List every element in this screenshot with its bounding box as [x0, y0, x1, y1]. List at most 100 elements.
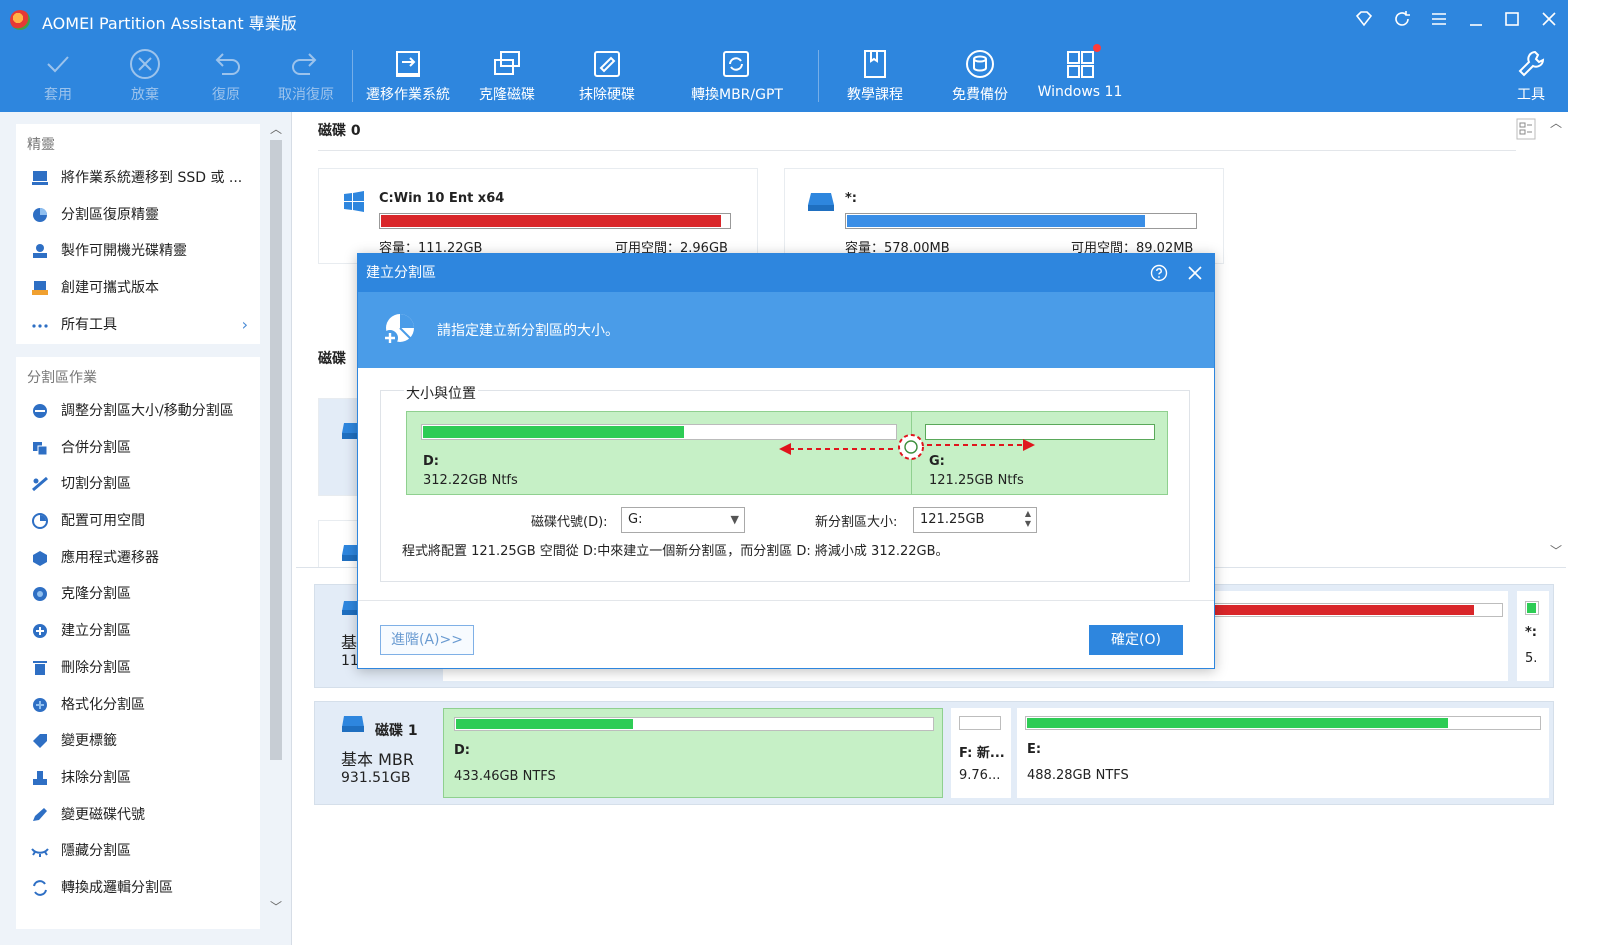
op-create-partition[interactable]: 建立分割區: [16, 613, 260, 650]
wizard-migrate-os[interactable]: 將作業系統遷移到 SSD 或 ...: [16, 160, 260, 197]
undo-label: 復原: [212, 87, 240, 103]
menu-icon[interactable]: [1427, 8, 1451, 32]
op-app-mover[interactable]: 應用程式遷移器: [16, 540, 260, 577]
windows11-label: Windows 11: [1037, 84, 1123, 100]
wizard-all-tools[interactable]: 所有工具 ›: [16, 307, 260, 344]
migrate-os-label: 遷移作業系統: [366, 87, 450, 103]
partition-card-star[interactable]: *: 容量：578.00MB 可用空間：89.02MB: [784, 168, 1224, 264]
convert-mbr-gpt-button[interactable]: 轉換MBR/GPT: [691, 44, 783, 108]
wizard-portable-version[interactable]: 創建可攜式版本: [16, 270, 260, 307]
spinner-arrows-icon[interactable]: ▲ ▼: [1025, 509, 1031, 529]
new-size-input[interactable]: 121.25GB ▲ ▼: [913, 507, 1037, 533]
undo-button[interactable]: 復原: [181, 44, 271, 108]
op-change-label[interactable]: 變更標籤: [16, 723, 260, 760]
segment-name: E:: [1027, 742, 1042, 757]
tools-button[interactable]: 工具: [1486, 44, 1576, 108]
op-resize-move[interactable]: 調整分割區大小/移動分割區: [16, 393, 260, 430]
partition-name: *:: [845, 191, 857, 206]
op-merge[interactable]: 合併分割區: [16, 430, 260, 467]
partition-card-c[interactable]: C:Win 10 Ent x64 容量：111.22GB 可用空間：2.96GB: [318, 168, 758, 264]
clone-disk-button[interactable]: 克隆磁碟: [462, 44, 552, 108]
op-wipe-partition[interactable]: 抹除分割區: [16, 760, 260, 797]
op-hide-partition[interactable]: 隱藏分割區: [16, 833, 260, 870]
wipe-disk-button[interactable]: 抹除硬碟: [562, 44, 652, 108]
left-scrollbar[interactable]: ︿ ﹀: [266, 118, 286, 918]
wizard-label: 創建可攜式版本: [61, 280, 159, 297]
op-label: 配置可用空間: [61, 513, 145, 530]
segment-info: 433.46GB NTFS: [454, 769, 556, 784]
partition-name: C:Win 10 Ent x64: [379, 191, 505, 206]
app-logo-icon: [10, 10, 30, 30]
segment-name: F: 新...: [959, 746, 1005, 761]
partition-segment-small[interactable]: *: 5.: [1517, 591, 1549, 681]
format-icon: [33, 697, 47, 712]
wizard-partition-recovery[interactable]: 分割區復原精靈: [16, 197, 260, 234]
scroll-up-icon[interactable]: ︿: [266, 120, 286, 137]
ops-title: 分割區作業: [27, 370, 97, 386]
advanced-button[interactable]: 進階(A)>>: [380, 625, 474, 655]
disk0-label: 磁碟 0: [318, 123, 361, 139]
new-size-label: 新分割區大小:: [815, 515, 898, 530]
dialog-title: 建立分割區: [366, 265, 436, 281]
partition-segment-f[interactable]: F: 新... 9.76...: [951, 708, 1011, 798]
segment-fill: [1527, 603, 1536, 613]
upgrade-diamond-icon[interactable]: [1352, 8, 1376, 32]
resize-arrows: [779, 434, 1035, 460]
close-icon[interactable]: [1537, 8, 1561, 32]
scroll-down-icon[interactable]: ﹀: [1546, 542, 1566, 559]
partition-segment-e[interactable]: E: 488.28GB NTFS: [1017, 708, 1549, 798]
scroll-down-icon[interactable]: ﹀: [266, 898, 286, 915]
op-label: 合併分割區: [61, 439, 131, 456]
pencil-icon: [33, 807, 47, 821]
free-backup-button[interactable]: 免費備份: [935, 44, 1025, 108]
migrate-os-icon: [396, 51, 420, 77]
redo-button[interactable]: 取消復原: [261, 44, 351, 108]
right-partition-info: 121.25GB Ntfs: [929, 473, 1024, 488]
refresh-icon[interactable]: [1390, 8, 1414, 32]
op-allocate-free-space[interactable]: 配置可用空間: [16, 503, 260, 540]
checkmark-icon: [47, 56, 69, 73]
apply-button[interactable]: 套用: [13, 44, 103, 108]
right-scrollbar[interactable]: ︿ ﹀: [1546, 112, 1566, 567]
segment-info: 488.28GB NTFS: [1027, 768, 1129, 783]
discard-button[interactable]: 放棄: [100, 44, 190, 108]
partition-ops-card: 分割區作業 調整分割區大小/移動分割區 合併分割區 切割分割區 配置可用空間 應…: [16, 357, 260, 929]
usage-bar: [379, 213, 731, 229]
maximize-icon[interactable]: [1500, 8, 1524, 32]
op-format-partition[interactable]: 格式化分割區: [16, 687, 260, 724]
op-label: 刪除分割區: [61, 659, 131, 676]
dialog-close-icon[interactable]: [1186, 264, 1204, 282]
segment-info: 9.76...: [959, 768, 1001, 783]
minimize-icon[interactable]: [1464, 8, 1488, 32]
scroll-thumb[interactable]: [270, 140, 282, 760]
split-icon: [32, 477, 48, 492]
hide-eye-icon: [31, 848, 49, 858]
op-change-drive-letter[interactable]: 變更磁碟代號: [16, 797, 260, 834]
op-clone-partition[interactable]: 克隆分割區: [16, 576, 260, 613]
undo-icon: [215, 53, 240, 75]
help-icon[interactable]: [1150, 264, 1168, 282]
wizard-bootable-media[interactable]: 製作可開機光碟精靈: [16, 233, 260, 270]
windows-logo-icon: [344, 191, 364, 212]
disk-row-1: 磁碟 1 基本 MBR 931.51GB D: 433.46GB NTFS F:…: [314, 701, 1554, 805]
op-delete-partition[interactable]: 刪除分割區: [16, 650, 260, 687]
title-bar: AOMEI Partition Assistant 專業版: [0, 0, 1568, 40]
op-convert-logical[interactable]: 轉換成邏輯分割區: [16, 870, 260, 907]
migrate-os-button[interactable]: 遷移作業系統: [363, 44, 453, 108]
windows11-button[interactable]: Windows 11: [1035, 44, 1125, 108]
disk-type: 基: [341, 633, 358, 652]
recovery-icon: [33, 207, 47, 222]
view-toggle-icon[interactable]: [1516, 118, 1536, 140]
ok-button[interactable]: 確定(O): [1089, 625, 1183, 655]
op-split[interactable]: 切割分割區: [16, 466, 260, 503]
scroll-up-icon[interactable]: ︿: [1546, 114, 1566, 131]
clone-partition-icon: [33, 587, 47, 602]
drive-letter-select[interactable]: G: ▼: [621, 507, 745, 533]
partition-segment-d[interactable]: D: 433.46GB NTFS: [443, 708, 943, 798]
wizards-title: 精靈: [27, 137, 55, 153]
op-label: 調整分割區大小/移動分割區: [61, 403, 234, 419]
book-icon: [864, 50, 886, 78]
discard-icon: [130, 49, 160, 79]
tutorial-button[interactable]: 教學課程: [830, 44, 920, 108]
partition-resize-area[interactable]: D: 312.22GB Ntfs G: 121.25GB Ntfs: [406, 411, 1168, 495]
